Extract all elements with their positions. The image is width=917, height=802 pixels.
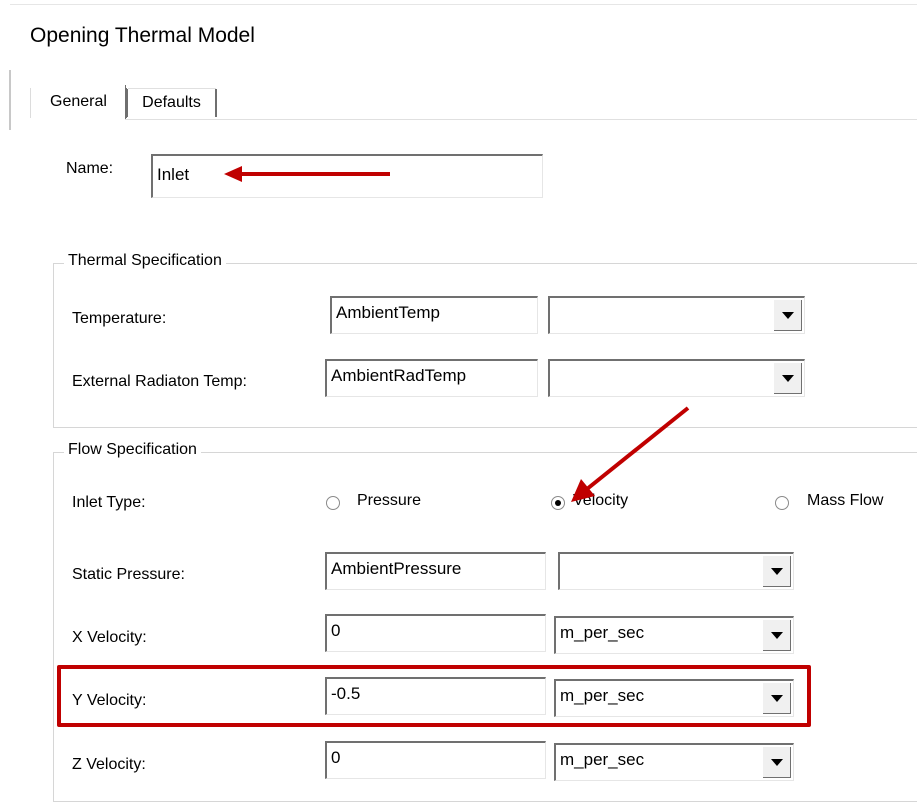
thermal-specification-group xyxy=(53,263,917,428)
chevron-down-icon xyxy=(770,632,783,639)
radio-circle-icon xyxy=(326,496,340,510)
chevron-down-icon xyxy=(770,568,783,575)
tab-defaults[interactable]: Defaults xyxy=(127,88,217,117)
radio-mass-flow-label: Mass Flow xyxy=(807,492,884,509)
temperature-unit-combo[interactable] xyxy=(548,296,805,334)
tab-general[interactable]: General xyxy=(30,85,127,120)
chevron-down-icon xyxy=(781,375,794,382)
flow-specification-title: Flow Specification xyxy=(64,441,201,459)
x-velocity-unit-value: m_per_sec xyxy=(560,623,645,642)
dropdown-button[interactable] xyxy=(774,363,802,394)
radio-selected-icon xyxy=(551,496,565,510)
radio-pressure-label: Pressure xyxy=(357,492,422,509)
static-pressure-field[interactable]: AmbientPressure xyxy=(325,552,546,590)
window-resize-border[interactable] xyxy=(9,70,11,130)
temperature-label: Temperature: xyxy=(72,310,167,327)
z-velocity-unit-combo[interactable]: m_per_sec xyxy=(554,743,794,781)
dropdown-button[interactable] xyxy=(774,300,802,331)
radio-pressure[interactable]: Pressure xyxy=(326,492,466,514)
annotation-highlight-y-velocity xyxy=(57,665,811,727)
dropdown-button[interactable] xyxy=(763,556,791,587)
annotation-arrow-velocity xyxy=(571,406,690,502)
thermal-specification-title: Thermal Specification xyxy=(64,252,226,270)
radio-circle-icon xyxy=(775,496,789,510)
dropdown-button[interactable] xyxy=(763,620,791,651)
z-velocity-unit-value: m_per_sec xyxy=(560,750,645,769)
tab-panel-border xyxy=(125,119,917,120)
radio-mass-flow[interactable]: Mass Flow xyxy=(775,492,915,514)
static-pressure-unit-combo[interactable] xyxy=(558,552,794,590)
name-label: Name: xyxy=(66,160,114,177)
external-radiation-temp-field[interactable]: AmbientRadTemp xyxy=(325,359,538,397)
chevron-down-icon xyxy=(770,759,783,766)
dropdown-button[interactable] xyxy=(763,747,791,778)
window-top-border xyxy=(10,4,917,5)
x-velocity-field[interactable]: 0 xyxy=(325,614,546,652)
x-velocity-unit-combo[interactable]: m_per_sec xyxy=(554,616,794,654)
inlet-type-label: Inlet Type: xyxy=(72,494,146,511)
external-radiation-temp-label: External Radiaton Temp: xyxy=(72,373,247,390)
chevron-down-icon xyxy=(781,312,794,319)
external-radiation-temp-unit-combo[interactable] xyxy=(548,359,805,397)
static-pressure-label: Static Pressure: xyxy=(72,566,185,583)
z-velocity-label: Z Velocity: xyxy=(72,756,146,773)
annotation-arrow-name xyxy=(224,166,390,182)
z-velocity-field[interactable]: 0 xyxy=(325,741,546,779)
tab-defaults-label: Defaults xyxy=(142,94,201,111)
window-title: Opening Thermal Model xyxy=(30,24,255,47)
temperature-field[interactable]: AmbientTemp xyxy=(330,296,538,334)
x-velocity-label: X Velocity: xyxy=(72,629,147,646)
